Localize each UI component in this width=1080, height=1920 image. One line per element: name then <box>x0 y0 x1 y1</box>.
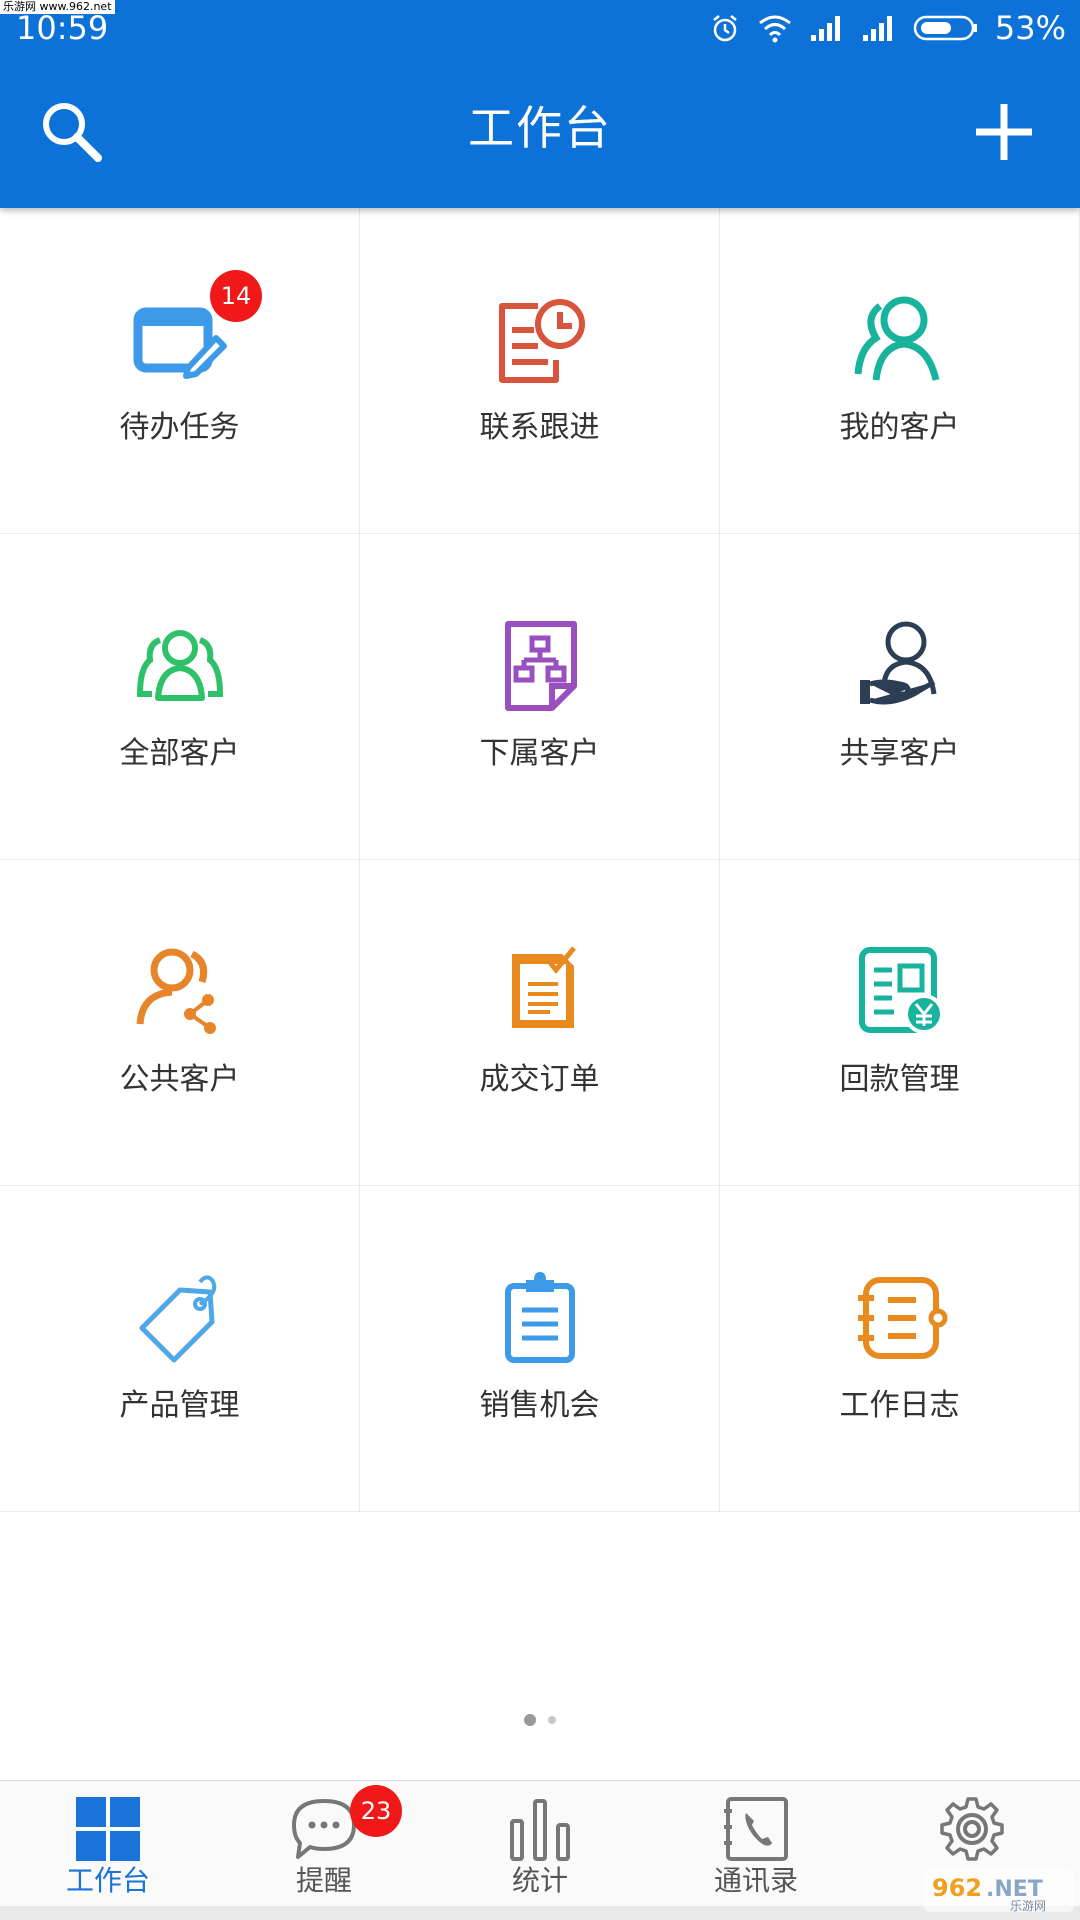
watermark-logo: 962 .NET 乐游网 <box>924 1870 1074 1913</box>
tab-reminders[interactable]: 23 提醒 <box>216 1781 432 1907</box>
status-bar: 乐游网 www.962.net 10:59 53% <box>0 0 1080 56</box>
svg-text:962: 962 <box>932 1874 982 1902</box>
grid-item-payment-management[interactable]: 回款管理 <box>720 860 1080 1186</box>
grid-item-label: 联系跟进 <box>479 410 600 445</box>
page-dot[interactable] <box>548 1716 556 1724</box>
grid-item-todo-tasks[interactable]: 14 待办任务 <box>0 208 360 534</box>
grid-item-label: 工作日志 <box>839 1388 960 1423</box>
grid-item-my-customers[interactable]: 我的客户 <box>720 208 1080 534</box>
workbench-grid-icon <box>76 1797 140 1861</box>
signal-icon-2 <box>862 16 892 41</box>
bottom-tab-bar: 工作台 23 提醒 统计 通讯录 <box>0 1780 1080 1906</box>
status-icons: 53% <box>709 8 1066 48</box>
tab-statistics[interactable]: 统计 <box>432 1781 648 1907</box>
grid-item-all-customers[interactable]: 全部客户 <box>0 534 360 860</box>
signal-icon <box>810 16 840 41</box>
svg-text:乐游网: 乐游网 <box>1010 1899 1046 1913</box>
tab-label: 工作台 <box>65 1864 150 1897</box>
grid-item-contact-followup[interactable]: 联系跟进 <box>360 208 720 534</box>
grid-item-label: 共享客户 <box>839 736 960 771</box>
battery-percent: 53% <box>994 9 1066 47</box>
grid-item-work-log[interactable]: 工作日志 <box>720 1186 1080 1512</box>
contacts-phone-icon <box>724 1797 788 1861</box>
system-nav-strip <box>0 1906 1080 1920</box>
workbench-grid: 14 待办任务 联系跟进 我的客户 全部客户 下属客户 共享客户 公共客户 成交… <box>0 208 1080 1512</box>
grid-item-shared-customers[interactable]: 共享客户 <box>720 534 1080 860</box>
reminder-badge: 23 <box>350 1785 402 1837</box>
grid-item-label: 公共客户 <box>119 1062 240 1097</box>
top-bar: 乐游网 www.962.net 10:59 53% 工作台 <box>0 0 1080 208</box>
status-time: 10:59 <box>16 9 109 47</box>
app-header: 工作台 <box>0 56 1080 208</box>
followup-clock-icon <box>499 299 585 383</box>
grid-item-product-management[interactable]: 产品管理 <box>0 1186 360 1512</box>
order-icon <box>512 946 576 1028</box>
battery-icon <box>913 15 977 41</box>
product-tag-icon <box>139 1275 217 1363</box>
payment-icon <box>859 947 944 1034</box>
grid-item-subordinate-customers[interactable]: 下属客户 <box>360 534 720 860</box>
tab-workbench[interactable]: 工作台 <box>0 1781 216 1907</box>
grid-item-deal-orders[interactable]: 成交订单 <box>360 860 720 1186</box>
grid-item-label: 销售机会 <box>479 1388 600 1423</box>
grid-item-label: 成交订单 <box>479 1062 600 1097</box>
page-indicator <box>0 1712 1080 1728</box>
todo-badge: 14 <box>210 270 262 322</box>
all-customers-icon <box>136 630 224 701</box>
alarm-icon <box>713 15 737 42</box>
grid-item-sales-opportunities[interactable]: 销售机会 <box>360 1186 720 1512</box>
public-customers-icon <box>136 948 216 1034</box>
subordinate-customers-icon <box>505 621 577 711</box>
worklog-icon <box>858 1277 948 1359</box>
shared-customer-icon <box>860 621 937 705</box>
page-dot-active[interactable] <box>524 1714 536 1726</box>
grid-item-label: 我的客户 <box>839 410 960 445</box>
my-customer-icon <box>854 296 940 381</box>
page-title: 工作台 <box>468 101 612 155</box>
grid-item-label: 产品管理 <box>119 1388 240 1423</box>
grid-item-label: 下属客户 <box>479 736 600 771</box>
clipboard-icon <box>505 1272 575 1363</box>
tab-label: 通讯录 <box>713 1864 798 1897</box>
plus-icon <box>976 104 1032 160</box>
tab-label: 统计 <box>511 1864 568 1897</box>
bar-chart-icon <box>510 1799 570 1861</box>
settings-gear-icon <box>940 1797 1004 1861</box>
chat-bubble-icon <box>292 1799 356 1859</box>
wifi-icon <box>758 15 791 43</box>
grid-item-label: 待办任务 <box>119 410 240 445</box>
grid-item-label: 全部客户 <box>119 736 240 771</box>
tab-label: 提醒 <box>295 1864 352 1897</box>
add-button[interactable] <box>972 100 1036 164</box>
grid-item-public-customers[interactable]: 公共客户 <box>0 860 360 1186</box>
grid-item-label: 回款管理 <box>839 1062 960 1097</box>
tab-contacts[interactable]: 通讯录 <box>648 1781 864 1907</box>
